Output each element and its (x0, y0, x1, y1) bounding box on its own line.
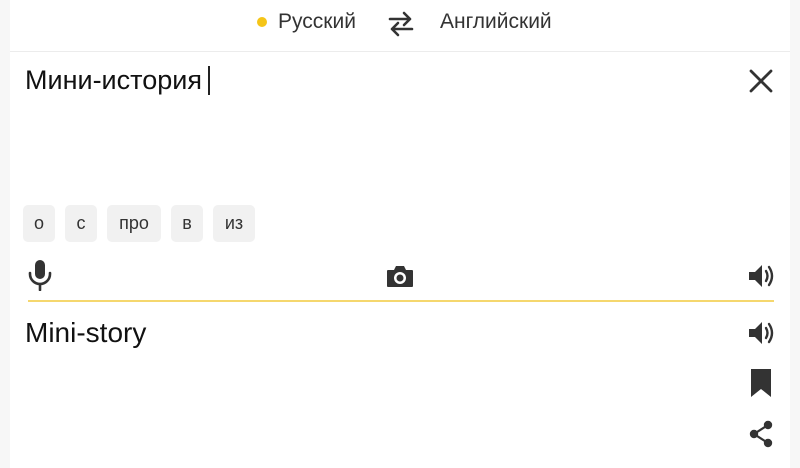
speaker-icon[interactable] (747, 318, 777, 348)
source-language-indicator-dot (257, 17, 267, 27)
speaker-icon[interactable] (747, 261, 777, 291)
translation-output: Mini-story (25, 317, 147, 348)
language-bar: Русский Английский (10, 0, 790, 52)
suggestion-chip[interactable]: из (213, 205, 255, 242)
section-divider (28, 300, 774, 302)
share-icon[interactable] (747, 420, 775, 448)
source-text-input[interactable]: Мини-история (25, 64, 202, 96)
swap-arrows-icon[interactable] (386, 10, 416, 38)
microphone-icon[interactable] (26, 259, 54, 291)
suggestion-chip[interactable]: в (171, 205, 203, 242)
target-language-selector[interactable]: Английский (440, 10, 552, 34)
suggestion-chip[interactable]: про (107, 205, 161, 242)
close-icon[interactable] (747, 67, 775, 95)
bookmark-icon[interactable] (749, 368, 773, 398)
camera-icon[interactable] (385, 262, 415, 290)
source-language-selector[interactable]: Русский (278, 10, 356, 34)
translator-card: Русский Английский Мини-история о с про … (10, 0, 790, 468)
text-cursor (208, 66, 210, 95)
suggestion-chip[interactable]: о (23, 205, 55, 242)
suggestion-chip[interactable]: с (65, 205, 97, 242)
